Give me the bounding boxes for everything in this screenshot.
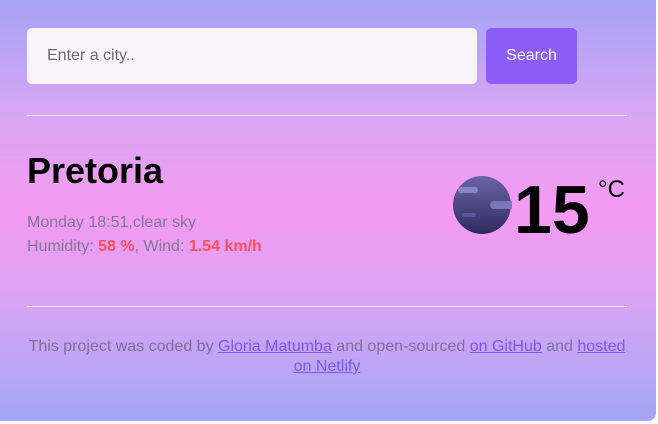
weather-description: clear sky (132, 214, 196, 231)
footer-text-1: This project was coded by (28, 338, 219, 355)
date-time: Monday 18:51 (27, 214, 129, 231)
humidity-label: Humidity: (27, 238, 99, 255)
bottom-divider (27, 306, 627, 307)
wind-value: 1.54 km/h (188, 238, 262, 255)
footer-text-3: and (541, 338, 578, 355)
city-name: Pretoria (27, 150, 164, 191)
weather-card: Search Pretoria Monday 18:51,clear sky H… (0, 0, 656, 421)
weather-details: Monday 18:51,clear sky Humidity: 58 %, W… (27, 211, 262, 259)
wind-label: , Wind: (134, 238, 189, 255)
footer-text-2: and open-sourced (331, 338, 470, 355)
footer-credits: This project was coded by Gloria Matumba… (27, 337, 627, 377)
github-link[interactable]: on GitHub (470, 338, 542, 355)
top-divider (27, 115, 627, 116)
night-moon-icon (453, 176, 512, 234)
search-button[interactable]: Search (486, 28, 577, 84)
temperature-unit: °C (598, 176, 625, 203)
author-link[interactable]: Gloria Matumba (218, 338, 332, 355)
city-search-input[interactable] (27, 28, 477, 84)
humidity-value: 58 % (98, 238, 135, 255)
humidity-wind-line: Humidity: 58 %, Wind: 1.54 km/h (27, 235, 262, 259)
temperature-value: 15 (514, 172, 590, 248)
date-description-line: Monday 18:51,clear sky (27, 214, 196, 231)
